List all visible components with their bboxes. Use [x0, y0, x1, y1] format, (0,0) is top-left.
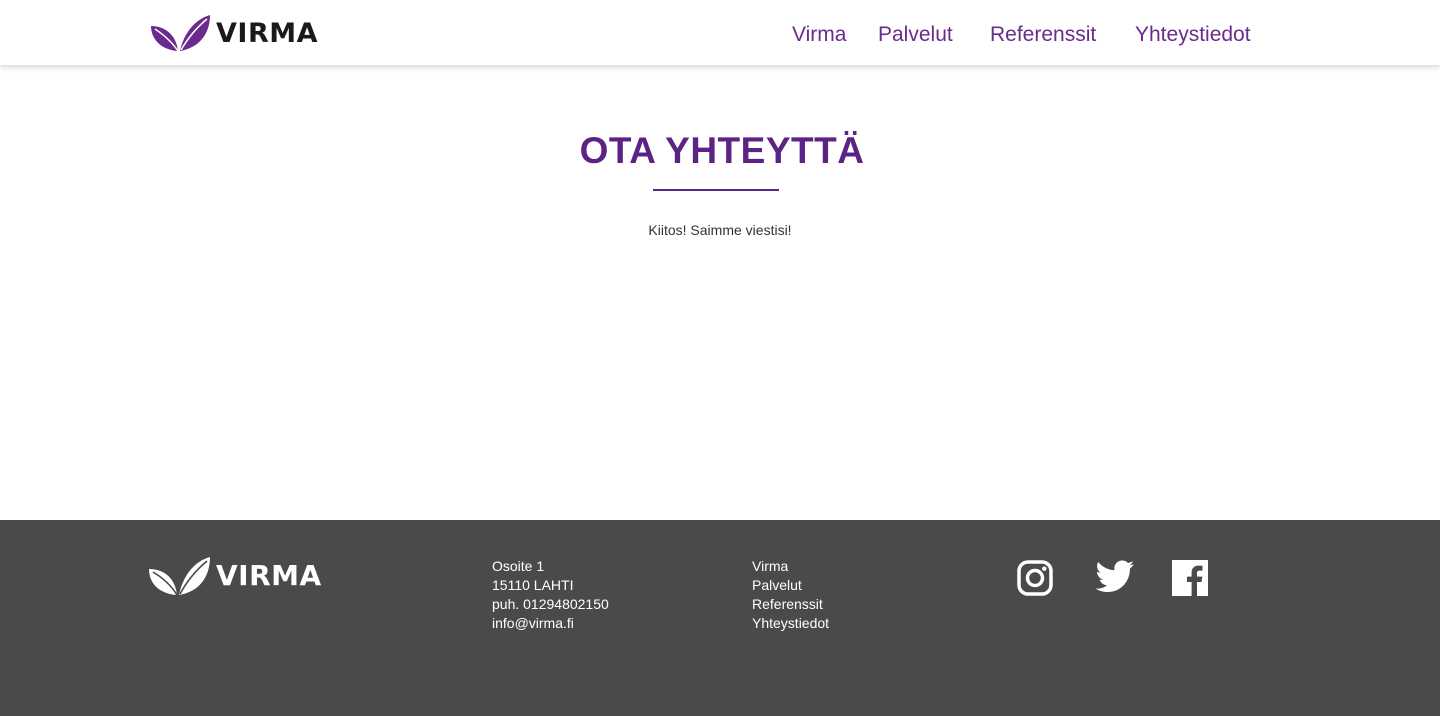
- site-header: VIRMA Virma Palvelut Referenssit Yhteyst…: [0, 0, 1440, 65]
- twitter-icon: [1095, 560, 1134, 592]
- main-nav: Virma Palvelut Referenssit Yhteystiedot: [0, 20, 1440, 50]
- twitter-link[interactable]: [1095, 560, 1135, 599]
- address-postal: 15110 LAHTI: [492, 577, 574, 593]
- footer-nav-referenssit[interactable]: Referenssit: [752, 595, 829, 614]
- leaf-logo-icon: [149, 557, 210, 596]
- address-phone: puh. 01294802150: [492, 596, 609, 612]
- nav-item-referenssit[interactable]: Referenssit: [990, 20, 1096, 50]
- instagram-icon: [1017, 560, 1053, 596]
- facebook-icon: [1172, 560, 1208, 596]
- footer-nav-palvelut[interactable]: Palvelut: [752, 576, 829, 595]
- confirmation-message: Kiitos! Saimme viestisi!: [648, 222, 792, 238]
- page-title: OTA YHTEYTTÄ: [579, 130, 865, 171]
- footer-nav-yhteystiedot[interactable]: Yhteystiedot: [752, 614, 829, 633]
- main-content: OTA YHTEYTTÄ Kiitos! Saimme viestisi!: [0, 65, 1440, 520]
- instagram-link[interactable]: [1017, 560, 1053, 601]
- social-links: [1017, 560, 1217, 600]
- nav-item-palvelut[interactable]: Palvelut: [878, 20, 953, 50]
- site-footer: VIRMA Osoite 1 15110 LAHTI puh. 01294802…: [0, 520, 1440, 716]
- nav-item-yhteystiedot[interactable]: Yhteystiedot: [1135, 20, 1251, 50]
- footer-logo-wordmark: VIRMA: [216, 559, 322, 592]
- title-underline: [653, 189, 779, 191]
- footer-address: Osoite 1 15110 LAHTI puh. 01294802150 in…: [492, 557, 609, 633]
- nav-item-virma[interactable]: Virma: [792, 20, 846, 50]
- footer-nav: Virma Palvelut Referenssit Yhteystiedot: [752, 557, 829, 633]
- address-email: info@virma.fi: [492, 615, 574, 631]
- facebook-link[interactable]: [1172, 560, 1208, 601]
- footer-virma-logo[interactable]: VIRMA: [148, 556, 322, 596]
- address-street: Osoite 1: [492, 558, 545, 574]
- footer-nav-virma[interactable]: Virma: [752, 557, 829, 576]
